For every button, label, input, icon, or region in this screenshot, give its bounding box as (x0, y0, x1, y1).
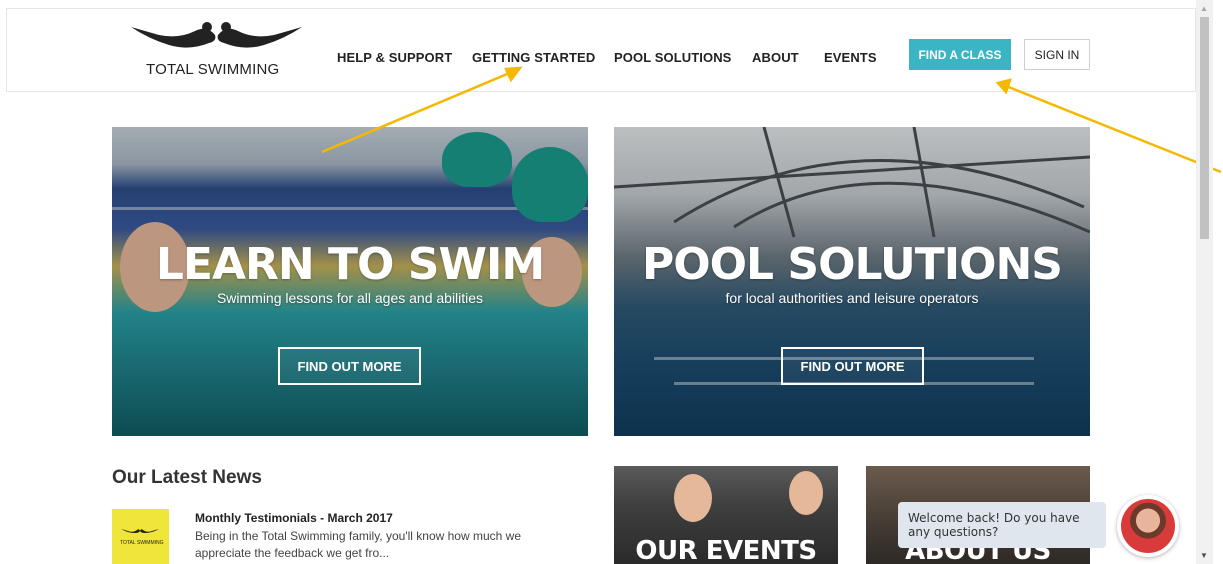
scroll-up-arrow-icon[interactable]: ▲ (1200, 4, 1208, 13)
agent-photo (1121, 499, 1175, 553)
scroll-down-arrow-icon[interactable]: ▼ (1200, 551, 1208, 560)
chat-welcome-bubble[interactable]: Welcome back! Do you have any questions? (898, 502, 1106, 548)
nav-events[interactable]: EVENTS (824, 50, 877, 65)
news-item-excerpt: Being in the Total Swimming family, you'… (195, 529, 521, 560)
nav-pool-solutions[interactable]: POOL SOLUTIONS (614, 50, 731, 65)
hero-subtitle: for local authorities and leisure operat… (725, 290, 979, 306)
learn-to-swim-panel[interactable]: LEARN TO SWIM Swimming lessons for all a… (112, 127, 588, 436)
site-header: TOTAL SWIMMING HELP & SUPPORT GETTING ST… (6, 8, 1196, 92)
nav-about[interactable]: ABOUT (752, 50, 799, 65)
nav-help-support[interactable]: HELP & SUPPORT (337, 50, 452, 65)
learn-to-swim-find-out-more-button[interactable]: FIND OUT MORE (278, 347, 421, 385)
latest-news-heading: Our Latest News (112, 467, 262, 488)
page-scrollbar[interactable]: ▲ ▼ (1196, 0, 1213, 564)
hero-subtitle: Swimming lessons for all ages and abilit… (216, 290, 484, 306)
news-thumbnail[interactable]: TOTAL SWIMMING (112, 509, 169, 564)
sign-in-button[interactable]: SIGN IN (1024, 39, 1090, 70)
chat-agent-avatar[interactable] (1117, 495, 1179, 557)
find-a-class-button[interactable]: FIND A CLASS (909, 39, 1011, 70)
nav-getting-started[interactable]: GETTING STARTED (472, 50, 595, 65)
swimmer-face-decor (674, 474, 712, 522)
news-thumb-logo-text: TOTAL SWIMMING (120, 540, 164, 546)
swimmers-logo-icon (121, 529, 159, 533)
news-item-title[interactable]: Monthly Testimonials - March 2017 (195, 511, 393, 525)
logo-text: TOTAL SWIMMING (146, 61, 280, 78)
scroll-thumb[interactable] (1200, 17, 1209, 239)
swimmers-logo-icon (131, 22, 302, 48)
pool-solutions-panel[interactable]: POOL SOLUTIONS for local authorities and… (614, 127, 1090, 436)
swimmer-face-decor (789, 471, 823, 515)
pool-solutions-find-out-more-button[interactable]: FIND OUT MORE (781, 347, 924, 385)
tile-label: OUR EVENTS (635, 536, 817, 564)
hero-title: POOL SOLUTIONS (641, 239, 1063, 290)
total-swimming-logo[interactable]: TOTAL SWIMMING (124, 21, 304, 81)
hero-title: LEARN TO SWIM (155, 239, 545, 290)
our-events-tile[interactable]: OUR EVENTS (614, 466, 838, 564)
